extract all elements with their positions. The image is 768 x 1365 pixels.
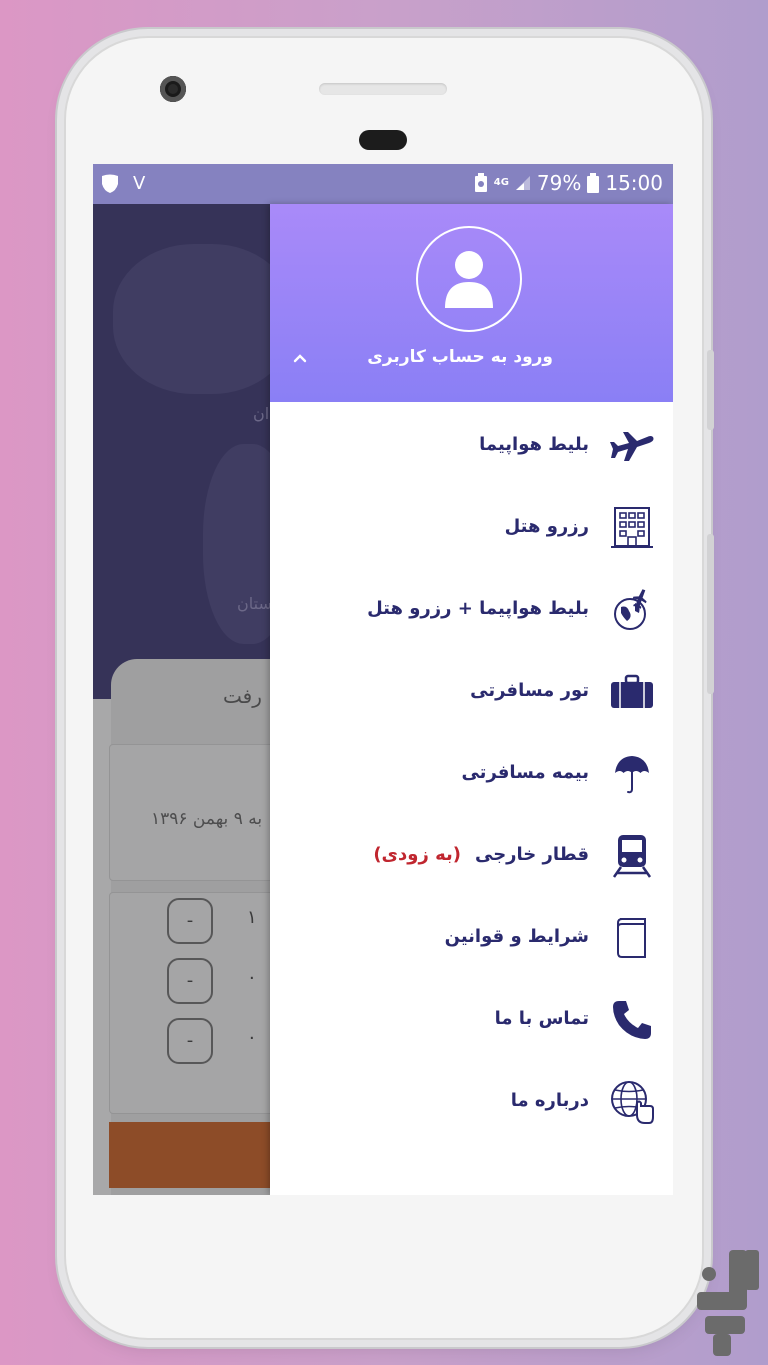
globe-hand-icon bbox=[611, 1081, 654, 1124]
vpn-indicator: V bbox=[133, 173, 146, 194]
network-type: 4G bbox=[493, 177, 509, 188]
shield-icon bbox=[102, 174, 118, 193]
menu-label-text: قطار خارجی bbox=[475, 844, 589, 865]
coming-soon-badge: (به زودی) bbox=[373, 844, 461, 865]
menu-label: رزرو هتل bbox=[504, 516, 589, 537]
menu-label: شرایط و قوانین bbox=[444, 926, 589, 947]
battery-percent: 79% bbox=[536, 171, 582, 195]
menu-label: تور مسافرتی bbox=[470, 680, 589, 701]
battery-saver-icon bbox=[474, 173, 487, 192]
status-bar: V 4G 79% 15:00 bbox=[93, 164, 673, 204]
power-button bbox=[707, 534, 714, 694]
menu-label: بلیط هواپیما bbox=[479, 434, 589, 455]
hotel-building-icon bbox=[611, 507, 653, 548]
menu-label: بلیط هواپیما + رزرو هتل bbox=[367, 598, 589, 619]
store-logo-icon bbox=[697, 1250, 759, 1356]
user-avatar-icon[interactable] bbox=[416, 226, 522, 332]
login-link[interactable]: ورود به حساب کاربری bbox=[367, 347, 553, 367]
phone-icon bbox=[613, 1001, 651, 1039]
menu-item-flight[interactable]: بلیط هواپیما bbox=[270, 414, 673, 484]
globe-plane-icon bbox=[614, 589, 647, 630]
menu-item-about[interactable]: درباره ما bbox=[270, 1070, 673, 1140]
phone-screen: V 4G 79% 15:00 ان ستان رفت به ۹ بهمن ۱۳۹… bbox=[93, 164, 673, 1195]
book-icon bbox=[617, 918, 646, 958]
front-camera bbox=[160, 76, 186, 102]
airplane-icon bbox=[610, 432, 654, 461]
menu-item-train[interactable]: قطار خارجی (به زودی) bbox=[270, 824, 673, 894]
menu-item-hotel[interactable]: رزرو هتل bbox=[270, 496, 673, 566]
menu-item-insurance[interactable]: بیمه مسافرتی bbox=[270, 742, 673, 812]
menu-label: درباره ما bbox=[510, 1090, 589, 1111]
menu-label: قطار خارجی (به زودی) bbox=[373, 844, 589, 865]
status-right: 4G 79% 15:00 bbox=[474, 171, 663, 195]
battery-icon bbox=[587, 173, 600, 193]
umbrella-icon bbox=[615, 756, 649, 794]
chevron-up-icon[interactable] bbox=[292, 350, 308, 366]
menu-item-contact[interactable]: تماس با ما bbox=[270, 988, 673, 1058]
menu-item-terms[interactable]: شرایط و قوانین bbox=[270, 906, 673, 976]
menu-item-flight-hotel[interactable]: بلیط هواپیما + رزرو هتل bbox=[270, 578, 673, 648]
suitcase-icon bbox=[611, 674, 653, 708]
drawer-header: ورود به حساب کاربری bbox=[270, 204, 673, 402]
earpiece-speaker bbox=[319, 83, 447, 95]
signal-icon bbox=[515, 176, 530, 190]
volume-button bbox=[707, 350, 714, 430]
proximity-sensor bbox=[359, 130, 407, 150]
menu-label: بیمه مسافرتی bbox=[461, 762, 589, 783]
navigation-drawer: ورود به حساب کاربری بلیط هواپیما رزرو هت… bbox=[270, 204, 673, 1195]
menu-item-tour[interactable]: تور مسافرتی bbox=[270, 660, 673, 730]
clock: 15:00 bbox=[605, 171, 663, 195]
person-icon bbox=[445, 251, 493, 308]
menu-label: تماس با ما bbox=[494, 1008, 589, 1029]
train-icon bbox=[612, 835, 652, 878]
